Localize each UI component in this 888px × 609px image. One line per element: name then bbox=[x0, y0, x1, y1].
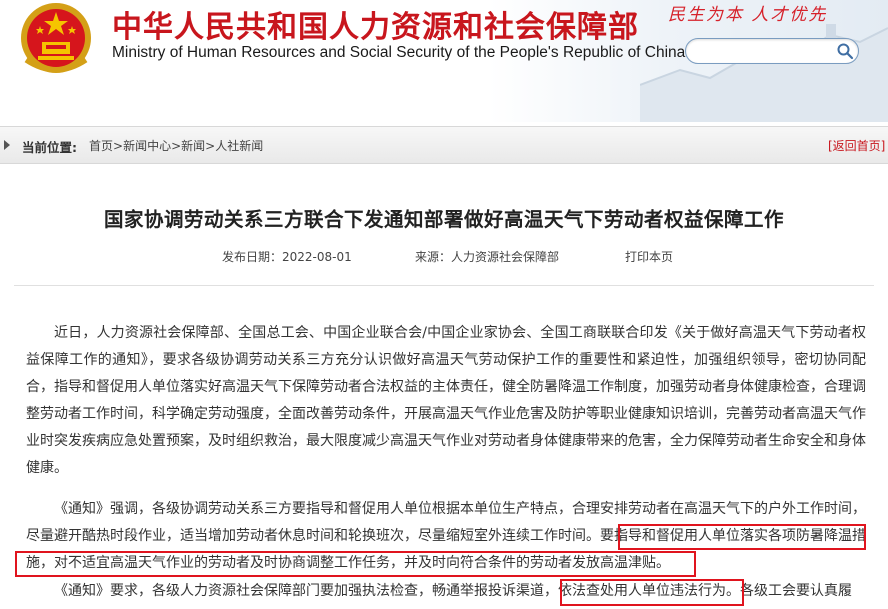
divider bbox=[14, 285, 874, 286]
article-source: 来源：人力资源社会保障部 bbox=[415, 250, 560, 264]
breadcrumb-news-center[interactable]: 新闻中心 bbox=[123, 139, 171, 153]
article-title: 国家协调劳动关系三方联合下发通知部署做好高温天气下劳动者权益保障工作 bbox=[103, 208, 784, 231]
print-link[interactable]: 打印本页 bbox=[625, 248, 673, 265]
search-input[interactable] bbox=[696, 42, 826, 60]
breadcrumb: 首页>新闻中心>新闻>人社新闻 bbox=[89, 137, 263, 154]
breadcrumb-news[interactable]: 新闻 bbox=[181, 139, 205, 153]
search-box bbox=[685, 38, 859, 64]
breadcrumb-separator: > bbox=[171, 139, 182, 153]
breadcrumb-bar: 当前位置: 首页>新闻中心>新闻>人社新闻 [返回首页] bbox=[0, 126, 888, 164]
paragraph-3-text-tail: 各级工会要认真履 bbox=[740, 583, 852, 599]
site-slogan: 民生为本 人才优先 bbox=[668, 5, 828, 25]
breadcrumb-separator: > bbox=[113, 139, 124, 153]
highlight-box bbox=[618, 524, 866, 550]
site-header: 中华人民共和国人力资源和社会保障部 Ministry of Human Reso… bbox=[0, 0, 888, 122]
site-title-cn: 中华人民共和国人力资源和社会保障部 bbox=[112, 10, 639, 45]
paragraph-3-text: 《通知》要求，各级人力资源社会保障部门要加强执法检查，畅通举报投诉渠道， bbox=[54, 583, 558, 599]
back-home-link[interactable]: [返回首页] bbox=[828, 137, 885, 154]
triangle-right-icon bbox=[4, 140, 10, 150]
highlight-box bbox=[560, 579, 744, 606]
site-title-en: Ministry of Human Resources and Social S… bbox=[112, 44, 686, 61]
breadcrumb-home[interactable]: 首页 bbox=[89, 139, 113, 153]
search-icon[interactable] bbox=[836, 42, 854, 60]
breadcrumb-hr-news[interactable]: 人社新闻 bbox=[215, 139, 263, 153]
national-emblem-icon bbox=[21, 3, 91, 73]
breadcrumb-separator: > bbox=[205, 139, 216, 153]
article-paragraph-1: 近日，人力资源社会保障部、全国总工会、中国企业联合会/中国企业家协会、全国工商联… bbox=[26, 325, 866, 476]
highlight-box bbox=[15, 551, 696, 577]
publish-date: 发布日期：2022-08-01 bbox=[222, 250, 352, 264]
breadcrumb-label: 当前位置: bbox=[22, 140, 77, 155]
